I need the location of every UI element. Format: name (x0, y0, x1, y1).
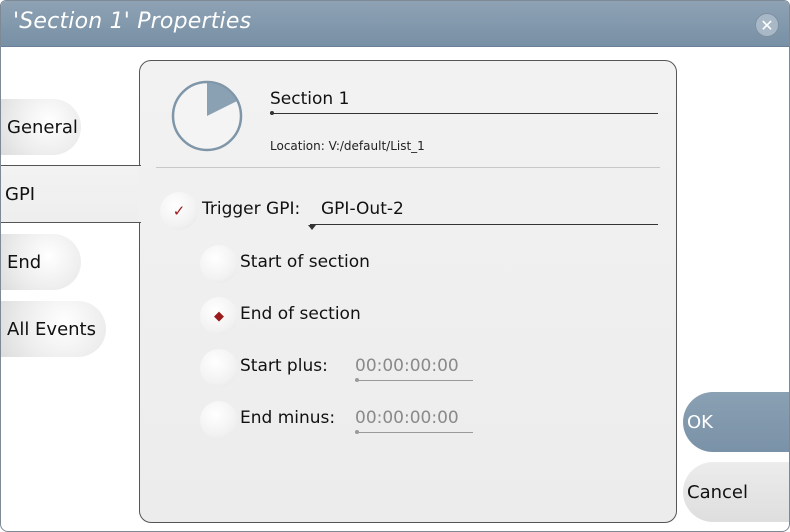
start-plus-label: Start plus: (240, 356, 328, 376)
end-of-section-label: End of section (240, 304, 361, 324)
ok-button[interactable]: OK (683, 392, 789, 452)
title-bar[interactable]: 'Section 1' Properties ✕ (1, 1, 789, 47)
radio-start-plus[interactable] (200, 349, 238, 387)
cancel-button[interactable]: Cancel (683, 462, 789, 522)
tab-gpi-label: GPI (5, 183, 36, 205)
dropdown-arrow-icon[interactable] (308, 225, 316, 230)
trigger-gpi-label: Trigger GPI: (202, 199, 301, 219)
tab-end[interactable]: End (1, 234, 151, 290)
tab-end-label: End (7, 251, 42, 273)
start-plus-timecode[interactable]: 00:00:00:00 (355, 356, 459, 376)
pie-clock-icon (171, 80, 243, 152)
selected-diamond-icon: ◆ (214, 308, 224, 324)
end-minus-timecode[interactable]: 00:00:00:00 (355, 408, 459, 428)
gpi-panel: Section 1 Location: V:/default/List_1 ✓ … (139, 60, 677, 523)
close-icon[interactable]: ✕ (755, 13, 779, 37)
location-text: Location: V:/default/List_1 (270, 139, 425, 153)
start-of-section-label: Start of section (240, 252, 370, 272)
radio-start-of-section[interactable] (200, 245, 238, 283)
tab-general[interactable]: General (1, 99, 151, 155)
divider (156, 167, 660, 168)
tab-general-label: General (7, 116, 78, 138)
end-minus-label: End minus: (240, 408, 336, 428)
tab-gpi[interactable]: GPI (1, 165, 141, 223)
section-name-field[interactable]: Section 1 (270, 89, 349, 109)
gpi-output-dropdown[interactable]: GPI-Out-2 (321, 199, 404, 219)
radio-end-of-section[interactable]: ◆ (200, 297, 238, 335)
tab-all-events[interactable]: All Events (1, 301, 151, 357)
radio-end-minus[interactable] (200, 401, 238, 439)
checkmark-icon: ✓ (172, 202, 186, 220)
tab-all-events-label: All Events (7, 318, 96, 340)
trigger-gpi-checkbox[interactable]: ✓ (160, 192, 198, 230)
properties-dialog: 'Section 1' Properties ✕ General GPI End… (0, 0, 790, 532)
dialog-title: 'Section 1' Properties (13, 9, 252, 34)
